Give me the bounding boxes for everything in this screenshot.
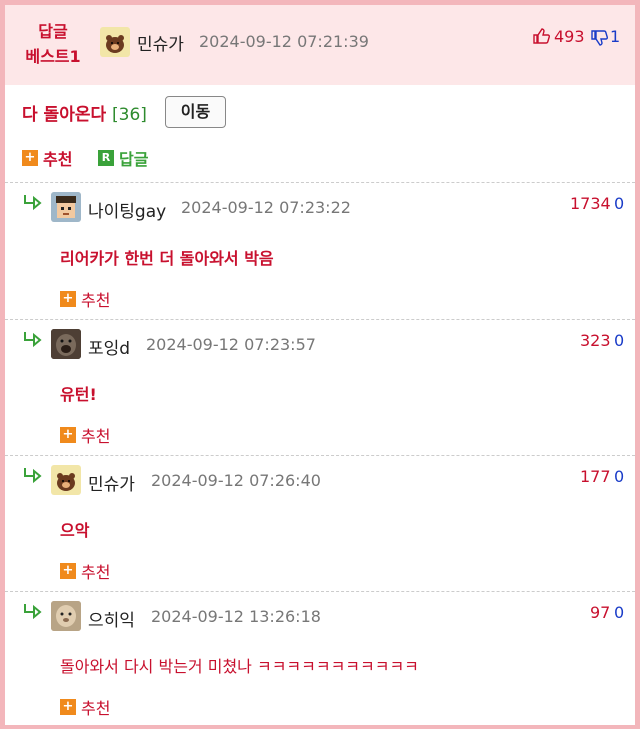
plus-icon: + bbox=[60, 427, 76, 443]
recommend-button[interactable]: + 추천 bbox=[60, 559, 110, 583]
divider bbox=[5, 319, 635, 320]
bear-avatar-icon bbox=[57, 473, 75, 491]
comment-text: 으악 bbox=[60, 521, 90, 540]
up-count[interactable]: 177 bbox=[580, 467, 611, 486]
best-reply-header: 답글 베스트1 민슈가 2024-09-12 07:21:39 493 1 bbox=[5, 5, 635, 85]
recommend-label: 추천 bbox=[81, 427, 111, 446]
reply-marker-icon: R bbox=[98, 150, 114, 166]
move-button[interactable]: 이동 bbox=[165, 96, 226, 128]
author-name[interactable]: 민슈가 bbox=[137, 30, 184, 55]
reply-count: [36] bbox=[112, 105, 147, 125]
reply-button[interactable]: R 답글 bbox=[98, 146, 148, 170]
comment-text: 유턴! bbox=[60, 385, 97, 404]
divider bbox=[5, 591, 635, 592]
pixel-avatar-icon bbox=[51, 192, 81, 222]
thumbs-down-icon[interactable] bbox=[590, 29, 608, 51]
recommend-button[interactable]: + 추천 bbox=[60, 423, 110, 447]
up-count[interactable]: 323 bbox=[580, 331, 611, 350]
post-date: 2024-09-12 13:26:18 bbox=[151, 607, 321, 626]
up-count[interactable]: 97 bbox=[590, 603, 610, 622]
parent-comment: 다 돌아온다 [36] bbox=[22, 100, 147, 125]
post-date: 2024-09-12 07:21:39 bbox=[199, 32, 369, 51]
avatar[interactable] bbox=[51, 601, 81, 631]
best-label-line1: 답글 bbox=[38, 22, 68, 41]
recommend-label: 추천 bbox=[81, 699, 111, 718]
down-count[interactable]: 0 bbox=[614, 603, 624, 622]
comment-text: 리어카가 한번 더 돌아와서 박음 bbox=[60, 249, 274, 268]
best-label-line2: 베스트1 bbox=[25, 47, 81, 66]
divider bbox=[5, 455, 635, 456]
down-count[interactable]: 0 bbox=[614, 467, 624, 486]
avatar[interactable] bbox=[100, 27, 130, 57]
plus-icon: + bbox=[60, 699, 76, 715]
avatar[interactable] bbox=[51, 329, 81, 359]
author-name[interactable]: 으히익 bbox=[88, 606, 135, 631]
plus-icon: + bbox=[22, 150, 38, 166]
recommend-button[interactable]: + 추천 bbox=[22, 146, 72, 170]
reply-label: 답글 bbox=[119, 150, 149, 169]
author-name[interactable]: 민슈가 bbox=[88, 470, 135, 495]
divider bbox=[5, 182, 635, 183]
up-count[interactable]: 1734 bbox=[570, 194, 611, 213]
avatar[interactable] bbox=[51, 465, 81, 495]
down-count[interactable]: 0 bbox=[614, 194, 624, 213]
photo-avatar-icon bbox=[51, 601, 81, 631]
thumbs-up-icon[interactable] bbox=[532, 27, 550, 49]
recommend-label: 추천 bbox=[43, 150, 73, 169]
best-reply-badge: 답글 베스트1 bbox=[23, 19, 83, 69]
recommend-button[interactable]: + 추천 bbox=[60, 287, 110, 311]
author-name[interactable]: 포잉d bbox=[88, 334, 130, 359]
post-date: 2024-09-12 07:23:57 bbox=[146, 335, 316, 354]
recommend-label: 추천 bbox=[81, 291, 111, 310]
parent-comment-text: 다 돌아온다 bbox=[22, 105, 107, 125]
photo-avatar-icon bbox=[51, 329, 81, 359]
plus-icon: + bbox=[60, 563, 76, 579]
recommend-button[interactable]: + 추천 bbox=[60, 695, 110, 719]
reply-arrow-icon bbox=[22, 466, 44, 489]
reply-arrow-icon bbox=[22, 330, 44, 353]
plus-icon: + bbox=[60, 291, 76, 307]
reply-arrow-icon bbox=[22, 602, 44, 625]
bear-avatar-icon bbox=[106, 35, 124, 53]
reply-arrow-icon bbox=[22, 193, 44, 216]
best-up-count: 493 bbox=[554, 27, 585, 46]
post-date: 2024-09-12 07:26:40 bbox=[151, 471, 321, 490]
author-name[interactable]: 나이팅gay bbox=[88, 197, 166, 222]
recommend-label: 추천 bbox=[81, 563, 111, 582]
post-date: 2024-09-12 07:23:22 bbox=[181, 198, 351, 217]
best-down-count: 1 bbox=[610, 27, 621, 46]
avatar[interactable] bbox=[51, 192, 81, 222]
down-count[interactable]: 0 bbox=[614, 331, 624, 350]
comment-text: 돌아와서 다시 박는거 미쳤나 ㅋㅋㅋㅋㅋㅋㅋㅋㅋㅋㅋ bbox=[60, 657, 419, 676]
